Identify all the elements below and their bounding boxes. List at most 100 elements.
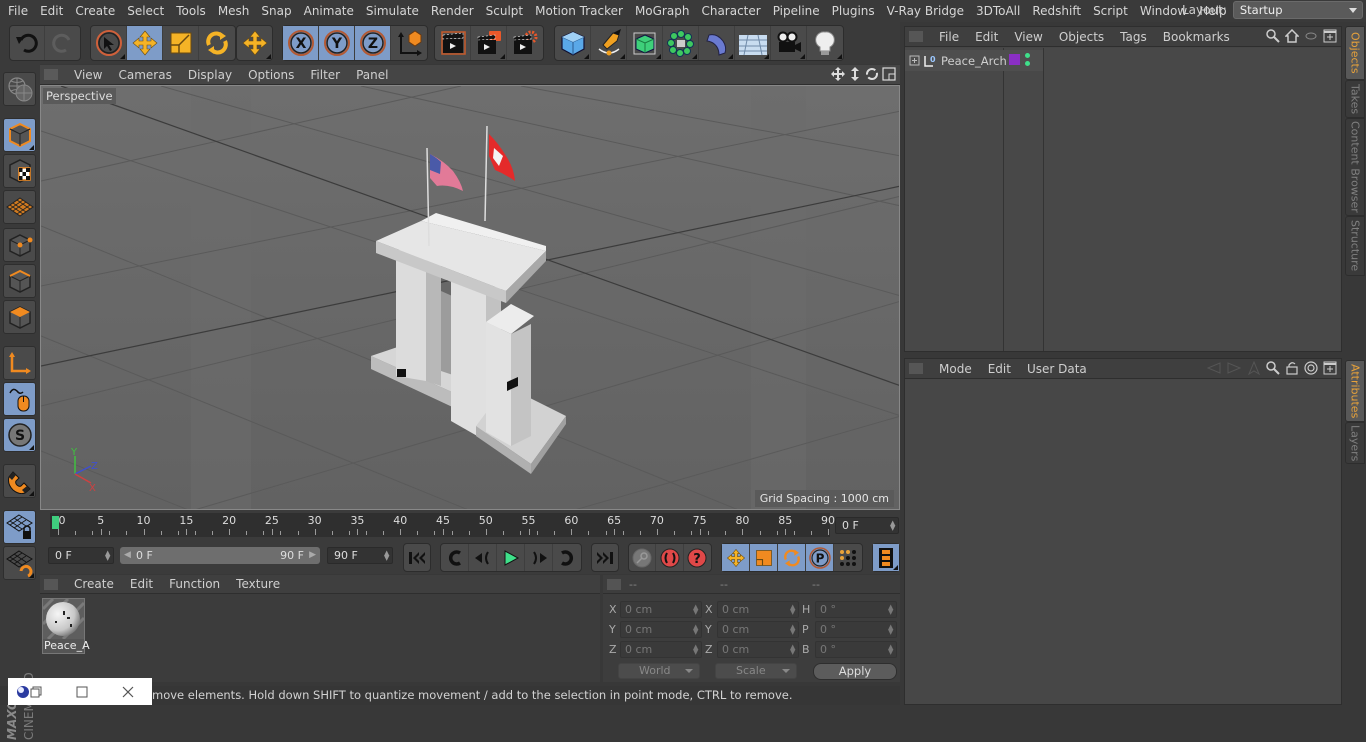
render-view-button[interactable] [435, 26, 471, 60]
expand-icon[interactable] [909, 55, 920, 66]
new-panel-icon[interactable] [1323, 361, 1337, 375]
cube-button[interactable] [555, 26, 591, 60]
tab-attributes[interactable]: Attributes [1345, 360, 1365, 422]
maximize-view-icon[interactable] [882, 67, 896, 81]
objects-menu-file[interactable]: File [931, 30, 967, 44]
keyframe-selection-button[interactable]: ? [684, 544, 711, 571]
panel-grip-icon[interactable] [909, 363, 923, 374]
rotation-b-field[interactable]: 0 ° ▲ ▼ [815, 641, 897, 658]
maximize-icon[interactable] [76, 686, 88, 698]
key-pla-button[interactable] [834, 544, 862, 571]
coordinate-space-dropdown[interactable]: World [618, 663, 700, 679]
workplane-mode-button[interactable] [3, 190, 36, 224]
key-position-button[interactable] [722, 544, 750, 571]
menu-script[interactable]: Script [1087, 4, 1134, 18]
size-y-field[interactable]: 0 cm ▲ ▼ [717, 621, 799, 638]
scale-tool-button[interactable] [163, 26, 199, 60]
goto-start-button[interactable] [404, 544, 430, 571]
attributes-menu-mode[interactable]: Mode [931, 362, 980, 376]
live-selection-button[interactable] [91, 26, 127, 60]
3d-viewport[interactable]: Y Z X Perspective Grid Spacing : 1000 cm [40, 85, 900, 510]
x-axis-button[interactable]: X [283, 26, 319, 60]
material-menu-function[interactable]: Function [161, 577, 228, 591]
menu-pipeline[interactable]: Pipeline [767, 4, 826, 18]
up-arrow-icon[interactable] [1247, 361, 1261, 375]
attributes-menu-edit[interactable]: Edit [980, 362, 1019, 376]
menu-create[interactable]: Create [69, 4, 121, 18]
menu-edit[interactable]: Edit [34, 4, 69, 18]
close-icon[interactable] [122, 686, 134, 698]
snap-button[interactable] [3, 464, 36, 498]
viewport-menu-view[interactable]: View [66, 68, 110, 82]
last-tool-button[interactable] [237, 26, 272, 60]
menu-snap[interactable]: Snap [255, 4, 297, 18]
panel-grip-icon[interactable] [607, 578, 621, 590]
spinner-icon[interactable]: ▲ ▼ [890, 520, 895, 532]
menu-render[interactable]: Render [425, 4, 480, 18]
viewport-menu-filter[interactable]: Filter [302, 68, 348, 82]
restore-icon[interactable] [30, 686, 42, 698]
move-tool-button[interactable] [127, 26, 163, 60]
render-picture-viewer-button[interactable] [471, 26, 507, 60]
pen-spline-button[interactable] [591, 26, 627, 60]
undo-button[interactable] [10, 26, 46, 60]
material-swatch[interactable]: Peace_A [41, 597, 90, 654]
panel-grip-icon[interactable] [44, 69, 58, 80]
next-frame-button[interactable] [525, 544, 553, 571]
menu-plugins[interactable]: Plugins [826, 4, 881, 18]
panel-grip-icon[interactable] [44, 578, 58, 590]
tab-structure[interactable]: Structure [1345, 216, 1365, 276]
lock-workplane-button[interactable] [3, 510, 36, 544]
size-x-field[interactable]: 0 cm ▲ ▼ [717, 601, 799, 618]
menu-character[interactable]: Character [695, 4, 766, 18]
spinner-icon[interactable]: ▲ ▼ [105, 550, 110, 562]
objects-menu-bookmarks[interactable]: Bookmarks [1155, 30, 1238, 44]
make-editable-button[interactable] [3, 72, 36, 106]
object-row[interactable]: 0 Peace_Arch [905, 50, 1043, 71]
menu-motion-tracker[interactable]: Motion Tracker [529, 4, 629, 18]
material-menu-texture[interactable]: Texture [228, 577, 288, 591]
objects-menu-edit[interactable]: Edit [967, 30, 1006, 44]
rotate-view-icon[interactable] [865, 67, 879, 81]
home-icon[interactable] [1285, 29, 1299, 43]
camera-button[interactable] [771, 26, 807, 60]
position-z-field[interactable]: 0 cm ▲ ▼ [620, 641, 702, 658]
render-settings-button[interactable] [507, 26, 543, 60]
lock-icon[interactable] [1285, 361, 1299, 375]
size-z-field[interactable]: 0 cm ▲ ▼ [717, 641, 799, 658]
goto-end-button[interactable] [592, 544, 618, 571]
menu-simulate[interactable]: Simulate [360, 4, 425, 18]
model-mode-button[interactable] [3, 118, 36, 152]
z-axis-button[interactable]: Z [355, 26, 391, 60]
end-frame-field[interactable]: 90 F ▲ ▼ [327, 547, 393, 564]
rotation-p-field[interactable]: 0 ° ▲ ▼ [815, 621, 897, 638]
objects-menu-tags[interactable]: Tags [1112, 30, 1155, 44]
object-name[interactable]: Peace_Arch [941, 54, 1007, 68]
attributes-menu-user-data[interactable]: User Data [1019, 362, 1095, 376]
menu-3dtoall[interactable]: 3DToAll [970, 4, 1026, 18]
material-menu-create[interactable]: Create [66, 577, 122, 591]
apply-button[interactable]: Apply [813, 663, 897, 680]
editor-visibility-dot[interactable] [1025, 53, 1030, 58]
viewport-menu-display[interactable]: Display [180, 68, 240, 82]
objects-menu-objects[interactable]: Objects [1051, 30, 1112, 44]
coordinate-system-button[interactable] [391, 26, 427, 60]
previous-key-button[interactable] [441, 544, 469, 571]
menu-mograph[interactable]: MoGraph [629, 4, 696, 18]
menu-tools[interactable]: Tools [170, 4, 212, 18]
new-panel-icon[interactable] [1323, 29, 1337, 43]
record-keys-button[interactable] [629, 544, 657, 571]
subdivision-surface-button[interactable] [627, 26, 663, 60]
tweak-mode-button[interactable] [3, 382, 36, 416]
viewport-menu-options[interactable]: Options [240, 68, 302, 82]
position-y-field[interactable]: 0 cm ▲ ▼ [620, 621, 702, 638]
menu-redshift[interactable]: Redshift [1026, 4, 1087, 18]
viewport-menu-panel[interactable]: Panel [348, 68, 396, 82]
redo-button[interactable] [45, 26, 80, 60]
spinner-icon[interactable]: ▲ ▼ [384, 550, 389, 562]
tab-layers[interactable]: Layers [1345, 422, 1365, 464]
layout-dropdown[interactable]: Startup [1232, 1, 1363, 19]
toggle-icon[interactable] [1304, 29, 1318, 43]
previous-frame-button[interactable] [469, 544, 497, 571]
zoom-view-icon[interactable] [848, 67, 862, 81]
